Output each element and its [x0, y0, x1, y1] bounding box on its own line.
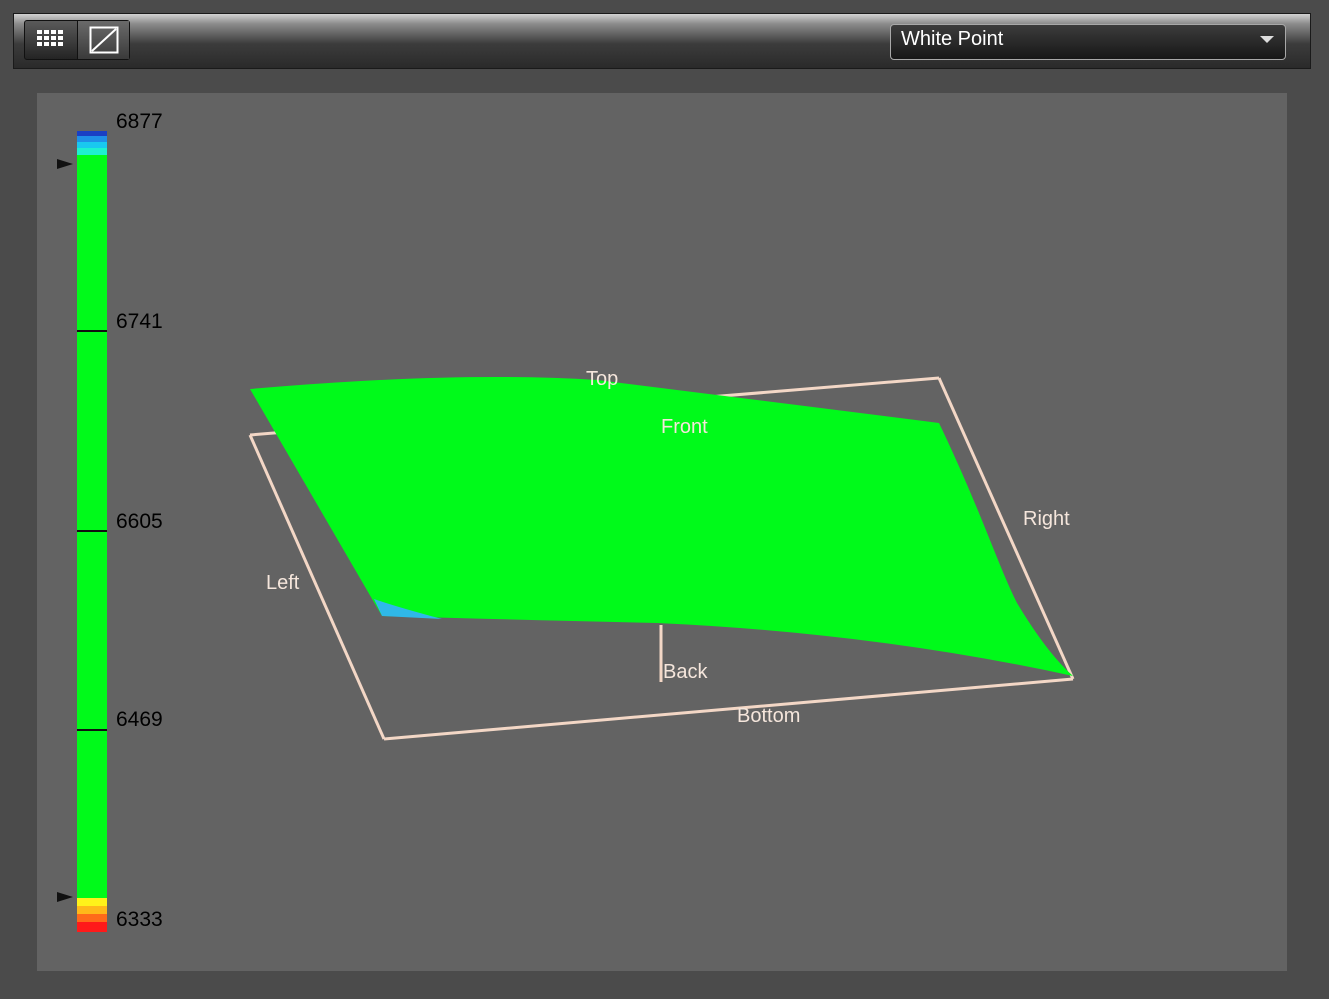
axis-label-bottom: Bottom	[737, 705, 800, 727]
axis-label-back: Back	[663, 661, 708, 683]
curve-view-button[interactable]	[77, 21, 129, 59]
view-toggle-group	[24, 20, 130, 60]
axis-label-right: Right	[1023, 508, 1070, 530]
axis-label-front: Front	[661, 416, 708, 438]
surface-3d-view[interactable]: Top Front Right Left Back Bottom	[37, 93, 1287, 971]
diagonal-curve-icon	[89, 26, 118, 54]
grid-icon	[37, 30, 63, 46]
measurement-select[interactable]: White Point	[890, 24, 1286, 60]
frame-bottom-edge	[383, 677, 1074, 741]
toolbar: White Point	[13, 13, 1311, 69]
plot-area[interactable]: 6877 6741 6605 6469 6333 Top Front Right…	[37, 93, 1287, 971]
axis-label-left: Left	[266, 572, 300, 594]
chevron-down-icon	[1260, 36, 1274, 43]
axis-label-top: Top	[586, 368, 618, 390]
measurement-select-value: White Point	[901, 28, 1004, 50]
grid-view-button[interactable]	[25, 21, 77, 59]
